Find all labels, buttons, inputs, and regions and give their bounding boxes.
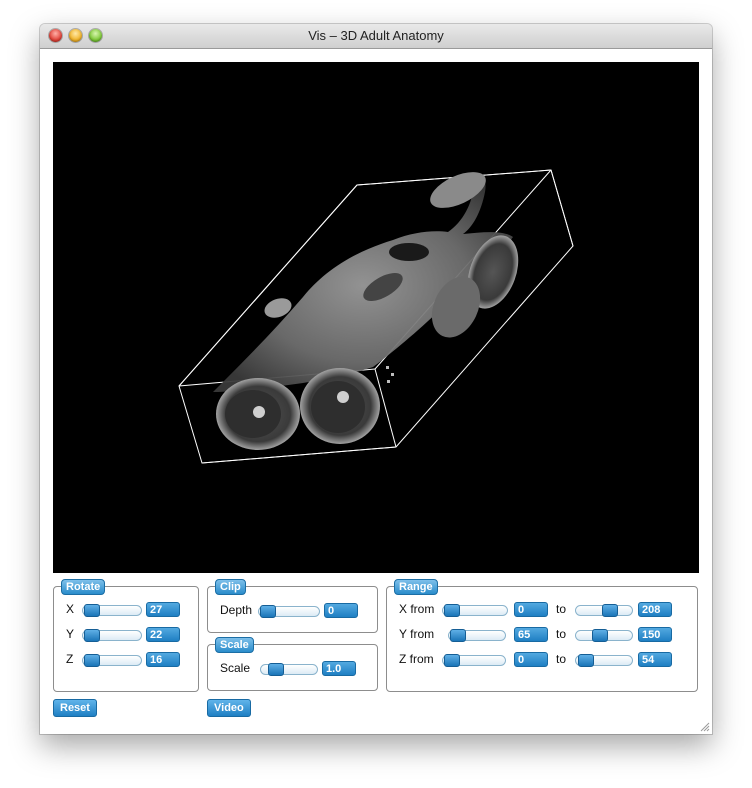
range-y-to-slider[interactable] (575, 629, 633, 642)
range-x-from-thumb[interactable] (444, 604, 460, 617)
range-x-to-thumb[interactable] (602, 604, 618, 617)
range-x-to-value[interactable]: 208 (638, 602, 672, 617)
scale-slider[interactable] (260, 663, 318, 676)
video-button[interactable]: Video (207, 699, 251, 717)
scale-group: Scale Scale 1.0 (207, 637, 378, 691)
scale-slider-thumb[interactable] (268, 663, 284, 676)
resize-grip-icon[interactable] (700, 722, 710, 732)
volume-render (178, 169, 574, 464)
app-window: Vis – 3D Adult Anatomy Rotate X 27 Y 22 … (40, 24, 712, 734)
clip-depth-label: Depth (220, 603, 253, 617)
rotate-z-label: Z (66, 652, 74, 666)
scale-row: Scale 1.0 (208, 660, 377, 678)
range-legend: Range (394, 579, 438, 595)
rotate-x-label: X (66, 602, 75, 616)
range-z-to-value[interactable]: 54 (638, 652, 672, 667)
range-x-row: X from 0 to 208 (387, 601, 697, 619)
range-z-to-label: to (556, 652, 567, 666)
clip-group: Clip Depth 0 (207, 579, 378, 633)
range-z-to-thumb[interactable] (578, 654, 594, 667)
range-y-row: Y from 65 to 150 (387, 626, 697, 644)
rotate-z-value[interactable]: 16 (146, 652, 180, 667)
clip-depth-row: Depth 0 (208, 602, 377, 620)
rotate-x-row: X 27 (54, 601, 198, 619)
range-z-from-thumb[interactable] (444, 654, 460, 667)
anatomy-volume (213, 172, 519, 450)
range-x-label: X from (399, 602, 435, 616)
scale-legend: Scale (215, 637, 254, 653)
rotate-y-slider-thumb[interactable] (84, 629, 100, 642)
range-z-to-slider[interactable] (575, 654, 633, 667)
range-y-to-value[interactable]: 150 (638, 627, 672, 642)
rotate-x-value[interactable]: 27 (146, 602, 180, 617)
reset-button[interactable]: Reset (53, 699, 97, 717)
rotate-y-value[interactable]: 22 (146, 627, 180, 642)
range-z-label: Z from (399, 652, 434, 666)
rotate-group: Rotate X 27 Y 22 Z 16 (53, 579, 199, 692)
scale-label: Scale (220, 661, 251, 675)
window-content: Rotate X 27 Y 22 Z 16 Clip Depth 0 Scale… (40, 49, 712, 734)
range-y-to-thumb[interactable] (592, 629, 608, 642)
window-title: Vis – 3D Adult Anatomy (308, 28, 444, 43)
rotate-z-slider-thumb[interactable] (84, 654, 100, 667)
range-y-label: Y from (399, 627, 435, 641)
range-x-from-slider[interactable] (442, 604, 508, 617)
range-y-from-thumb[interactable] (450, 629, 466, 642)
range-y-to-label: to (556, 627, 567, 641)
clip-depth-value[interactable]: 0 (324, 603, 358, 618)
range-y-from-slider[interactable] (448, 629, 506, 642)
range-y-from-value[interactable]: 65 (514, 627, 548, 642)
rotate-y-label: Y (66, 627, 75, 641)
rotate-z-slider[interactable] (82, 654, 142, 667)
rotate-y-slider[interactable] (82, 629, 142, 642)
render-viewport[interactable] (53, 62, 699, 573)
rotate-x-slider-thumb[interactable] (84, 604, 100, 617)
clip-legend: Clip (215, 579, 246, 595)
scale-value[interactable]: 1.0 (322, 661, 356, 676)
range-x-to-label: to (556, 602, 567, 616)
range-z-from-slider[interactable] (442, 654, 506, 667)
range-z-from-value[interactable]: 0 (514, 652, 548, 667)
rotate-y-row: Y 22 (54, 626, 198, 644)
range-x-to-slider[interactable] (575, 604, 633, 617)
range-group: Range X from 0 to 208 Y from 65 to 150 Z… (386, 579, 698, 692)
clip-depth-slider-thumb[interactable] (260, 605, 276, 618)
title-bar[interactable]: Vis – 3D Adult Anatomy (40, 24, 712, 49)
range-x-from-value[interactable]: 0 (514, 602, 548, 617)
rotate-z-row: Z 16 (54, 651, 198, 669)
rotate-legend: Rotate (61, 579, 106, 595)
clip-depth-slider[interactable] (258, 605, 320, 618)
range-z-row: Z from 0 to 54 (387, 651, 697, 669)
rotate-x-slider[interactable] (82, 604, 142, 617)
